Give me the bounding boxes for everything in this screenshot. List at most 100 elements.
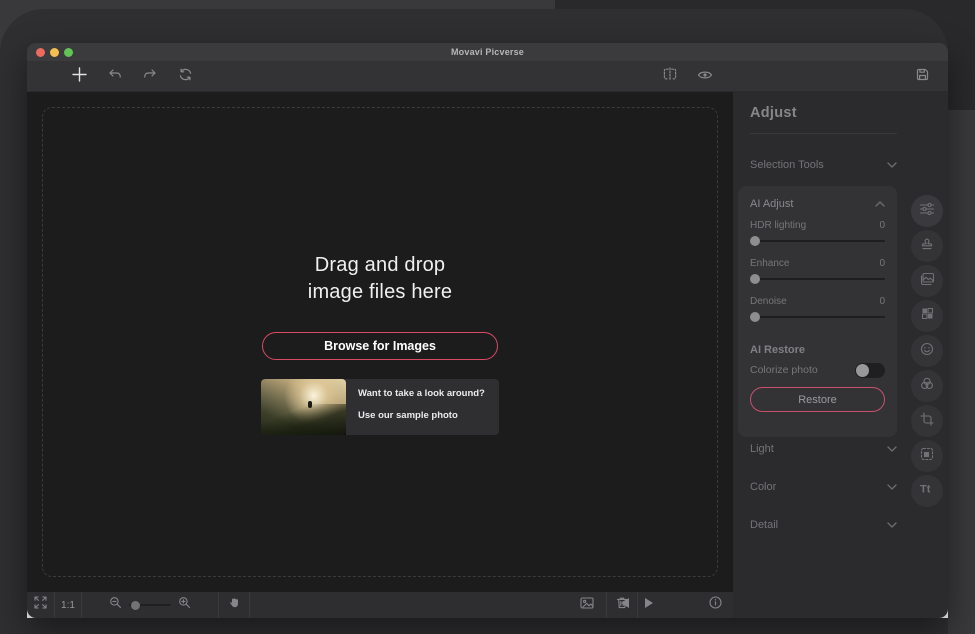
stamp-icon: [920, 237, 934, 256]
eye-icon: [697, 68, 713, 86]
chevron-down-icon: [887, 443, 897, 455]
ai-restore-label: AI Restore: [750, 344, 805, 356]
panel-divider: [750, 133, 897, 134]
denoise-slider-knob[interactable]: [750, 312, 760, 322]
preview-original-button[interactable]: [690, 61, 720, 92]
zoom-slider[interactable]: [129, 604, 171, 606]
checker-icon: [921, 307, 934, 325]
sliders-icon: [919, 202, 935, 221]
tool-effects-button[interactable]: [911, 370, 943, 402]
reset-button[interactable]: [170, 61, 200, 92]
section-color[interactable]: Color: [750, 477, 897, 497]
hand-tool-button[interactable]: [219, 592, 250, 618]
dropzone-text: Drag and drop image files here: [27, 252, 733, 306]
tool-adjust-button[interactable]: [911, 195, 943, 227]
tool-change-background-button[interactable]: [911, 265, 943, 297]
window-title: Movavi Picverse: [27, 47, 948, 57]
fit-screen-icon: [34, 596, 47, 614]
colorize-photo-label: Colorize photo: [750, 364, 818, 376]
actual-size-button[interactable]: 1:1: [55, 592, 82, 618]
colorize-photo-row: Colorize photo: [750, 362, 885, 378]
app-window: Movavi Picverse: [27, 43, 948, 618]
tool-retouch-button[interactable]: [911, 230, 943, 262]
toolbar: [27, 61, 948, 92]
hdr-lighting-slider[interactable]: [750, 240, 885, 242]
browse-for-images-button[interactable]: Browse for Images: [262, 332, 498, 360]
photo-icon: [920, 272, 935, 291]
sample-photo-card[interactable]: Want to take a look around? Use our samp…: [261, 379, 499, 435]
enhance-control: Enhance 0: [750, 258, 885, 280]
info-icon[interactable]: [709, 596, 722, 614]
compare-view-button[interactable]: [655, 61, 685, 92]
enhance-slider-knob[interactable]: [750, 274, 760, 284]
venn-circles-icon: [920, 377, 934, 395]
denoise-control: Denoise 0: [750, 296, 885, 318]
section-selection-tools[interactable]: Selection Tools: [750, 155, 897, 175]
enhance-slider[interactable]: [750, 278, 885, 280]
zoom-controls: [82, 592, 219, 618]
zoom-out-icon[interactable]: [109, 596, 122, 614]
plus-icon: [71, 66, 88, 88]
section-detail[interactable]: Detail: [750, 515, 897, 535]
titlebar: Movavi Picverse: [27, 43, 948, 61]
prev-icon[interactable]: [620, 596, 630, 614]
adjust-panel: Adjust Selection Tools AI Adjust HDR lig…: [733, 92, 948, 618]
zoom-in-icon[interactable]: [178, 596, 191, 614]
navigation-section: [250, 592, 607, 618]
hdr-lighting-label: HDR lighting: [750, 220, 806, 231]
svg-text:Tt: Tt: [920, 484, 931, 496]
redo-button[interactable]: [135, 61, 165, 92]
selection-tools-label: Selection Tools: [750, 159, 824, 171]
tool-erase-objects-button[interactable]: [911, 300, 943, 332]
fit-to-screen-button[interactable]: [27, 592, 55, 618]
image-icon: [580, 596, 594, 614]
marquee-icon: [920, 447, 934, 466]
zoom-ratio-label: 1:1: [61, 600, 75, 611]
restore-button[interactable]: Restore: [750, 387, 885, 412]
redo-icon: [142, 67, 158, 86]
sample-card-line2: Use our sample photo: [358, 410, 491, 421]
sample-card-line1: Want to take a look around?: [358, 388, 491, 399]
tool-crop-button[interactable]: [911, 405, 943, 437]
section-ai-adjust[interactable]: AI Adjust: [750, 196, 885, 212]
denoise-value: 0: [879, 296, 885, 307]
undo-button[interactable]: [100, 61, 130, 92]
hand-icon: [228, 596, 241, 614]
add-image-button[interactable]: [64, 61, 94, 92]
undo-icon: [107, 67, 123, 86]
enhance-value: 0: [879, 258, 885, 269]
sample-photo-thumbnail: [261, 379, 346, 435]
chevron-up-icon: [875, 198, 885, 210]
tool-face-retouch-button[interactable]: [911, 335, 943, 367]
tool-strip: Tt: [911, 195, 943, 507]
tool-resize-button[interactable]: [911, 440, 943, 472]
colorize-photo-toggle[interactable]: [855, 363, 885, 378]
next-icon[interactable]: [644, 596, 654, 614]
cyclist-silhouette: [308, 401, 312, 408]
ai-adjust-label: AI Adjust: [750, 198, 793, 210]
hdr-lighting-control: HDR lighting 0: [750, 220, 885, 242]
refresh-icon: [178, 67, 193, 87]
chevron-down-icon: [887, 159, 897, 171]
detail-label: Detail: [750, 519, 778, 531]
save-button[interactable]: [907, 61, 937, 92]
sample-card-text: Want to take a look around? Use our samp…: [346, 379, 499, 435]
text-icon: Tt: [919, 482, 935, 500]
toggle-knob: [856, 364, 869, 377]
section-light[interactable]: Light: [750, 439, 897, 459]
crop-icon: [920, 412, 934, 431]
chevron-down-icon: [887, 519, 897, 531]
hdr-lighting-slider-knob[interactable]: [750, 236, 760, 246]
zoom-slider-knob[interactable]: [131, 601, 140, 610]
save-icon: [915, 67, 930, 87]
tool-text-button[interactable]: Tt: [911, 475, 943, 507]
denoise-slider[interactable]: [750, 316, 885, 318]
dropzone-line2: image files here: [27, 279, 733, 306]
show-image-info-button[interactable]: [574, 592, 600, 618]
hdr-lighting-value: 0: [879, 220, 885, 231]
nav-arrows: [620, 592, 654, 618]
denoise-label: Denoise: [750, 296, 787, 307]
dropzone-line1: Drag and drop: [27, 252, 733, 279]
ai-adjust-card: AI Adjust HDR lighting 0 Enhance 0: [738, 186, 897, 437]
canvas-dropzone[interactable]: Drag and drop image files here Browse fo…: [27, 92, 733, 592]
